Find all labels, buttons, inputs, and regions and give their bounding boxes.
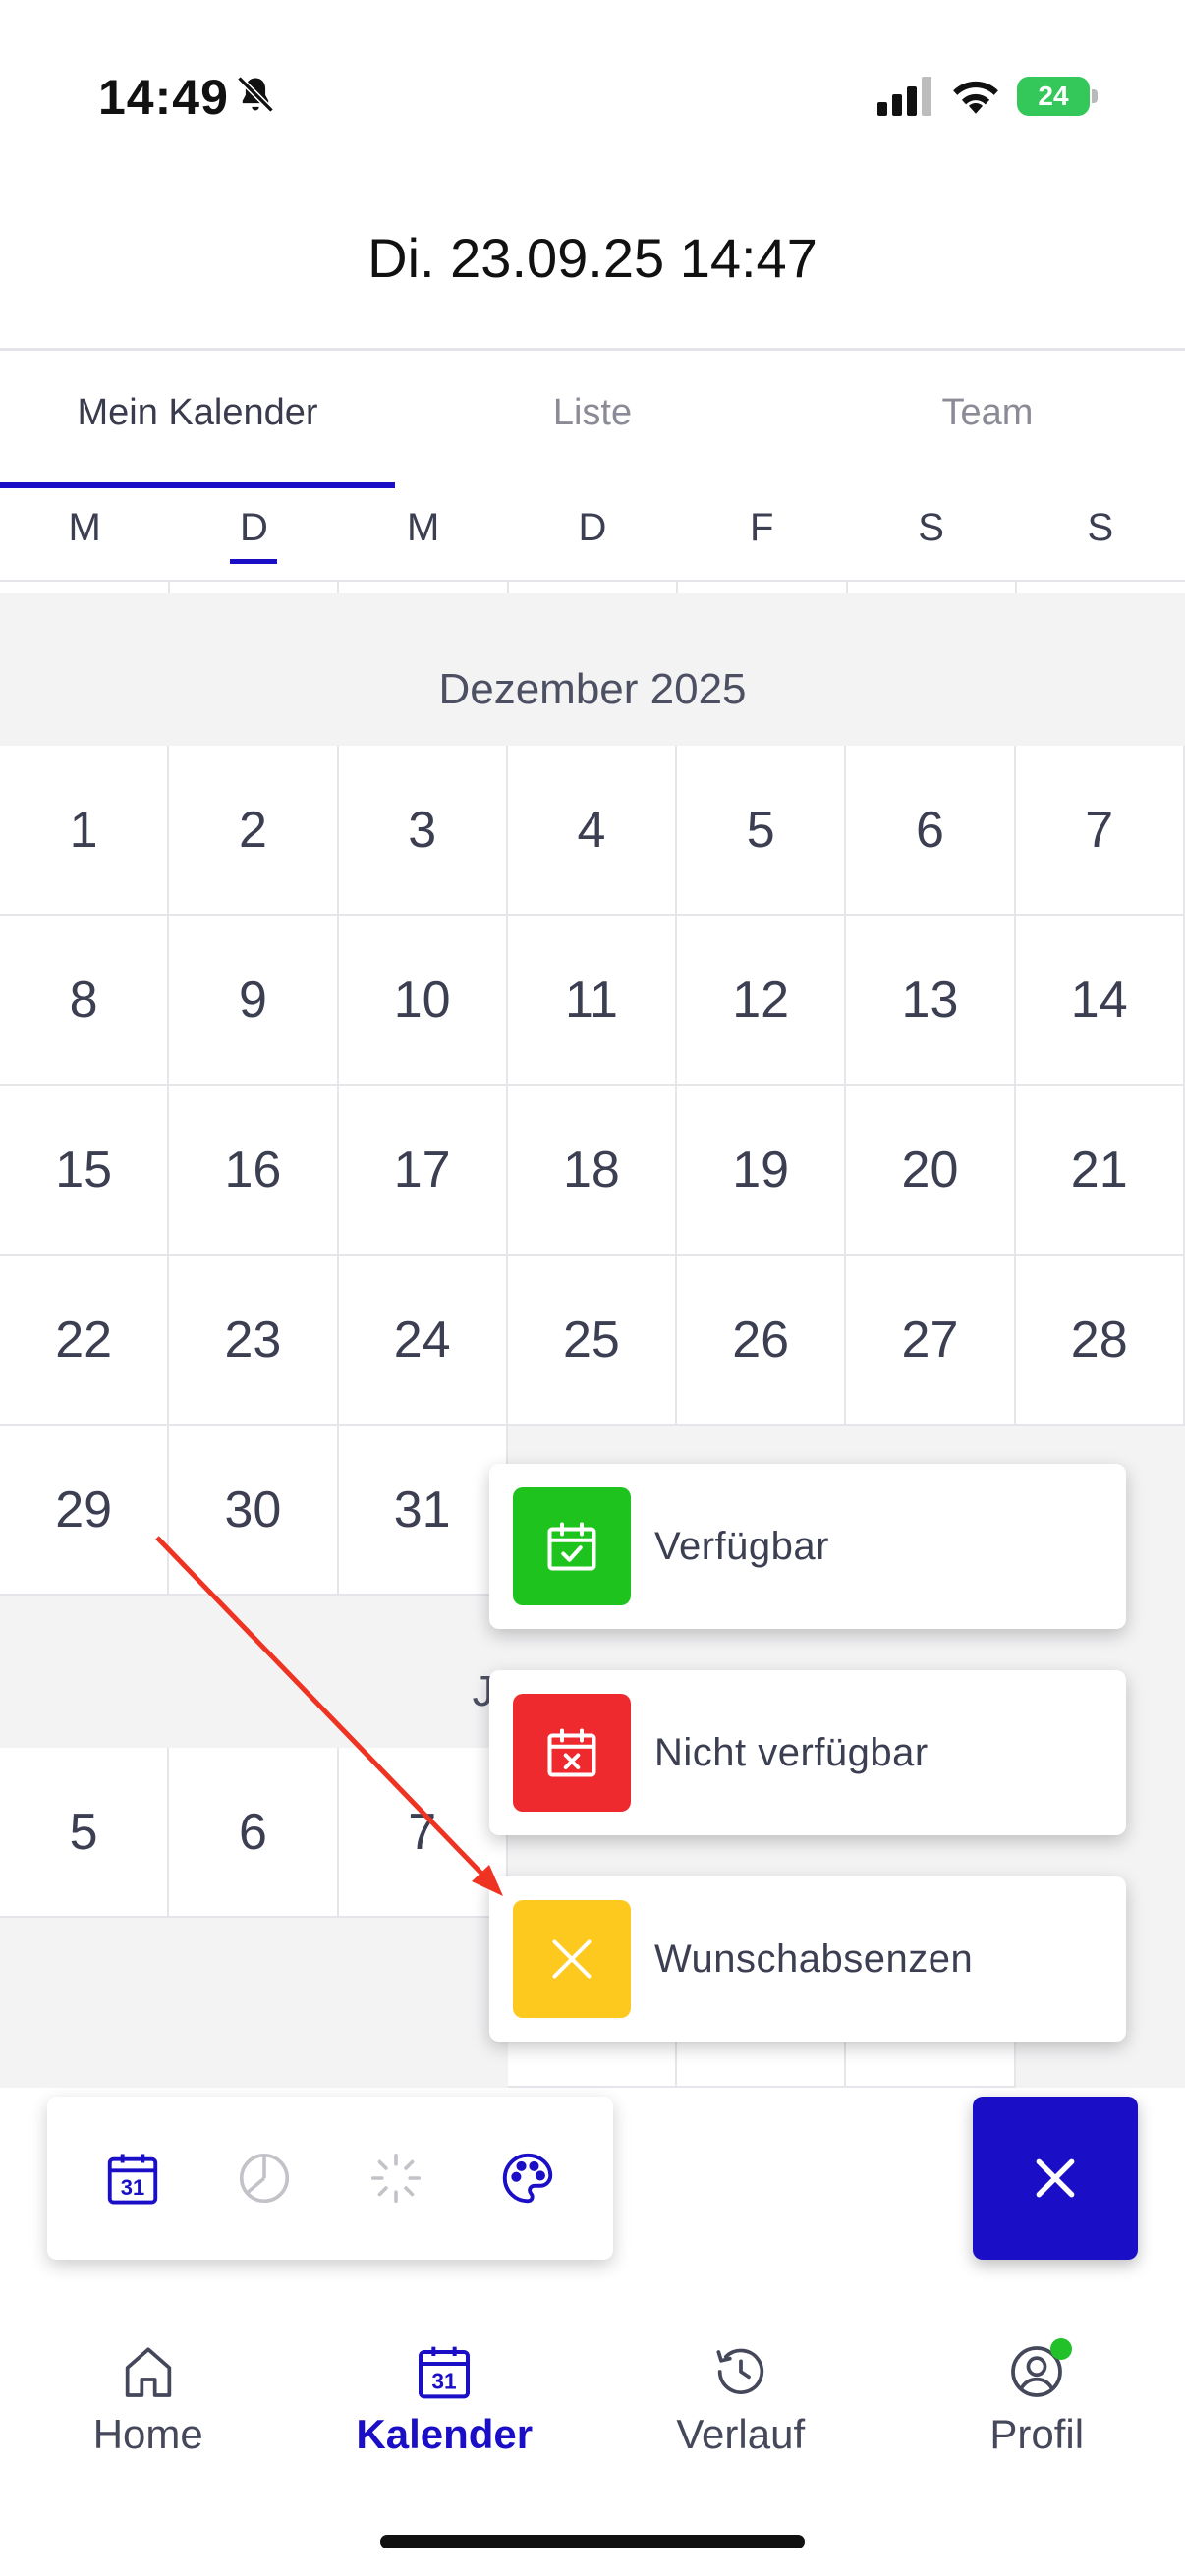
pie-chart-icon — [239, 2153, 290, 2204]
bottom-navigation: Home 31 Kalender Verlauf Profil — [0, 2283, 1185, 2576]
calendar-view-button[interactable]: 31 — [93, 2139, 172, 2217]
weekday-label: F — [750, 506, 774, 549]
home-indicator[interactable] — [380, 2535, 805, 2548]
day-cell[interactable]: 4 — [507, 746, 678, 916]
day-cell[interactable]: 2 — [169, 746, 339, 916]
day-cell[interactable]: 3 — [338, 746, 508, 916]
action-wunschabsenzen[interactable]: Wunschabsenzen — [489, 1876, 1126, 2042]
week-row: 8 9 10 11 12 13 14 — [0, 916, 1185, 1086]
day-cell[interactable]: 6 — [846, 746, 1016, 916]
day-cell[interactable]: 18 — [507, 1086, 678, 1256]
statistics-button[interactable] — [225, 2139, 304, 2217]
loading-button[interactable] — [357, 2139, 435, 2217]
day-cell[interactable]: 25 — [507, 1256, 678, 1426]
weekday-label-today: D — [169, 488, 338, 580]
nav-label: Kalender — [356, 2411, 534, 2457]
day-cell[interactable]: 7 — [338, 1748, 508, 1918]
day-cell[interactable]: 19 — [677, 1086, 847, 1256]
empty-day-cell — [338, 1918, 508, 2088]
battery-icon: 24 — [1017, 77, 1098, 116]
nav-label: Home — [92, 2411, 203, 2457]
nav-home[interactable]: Home — [0, 2283, 297, 2576]
bell-slash-icon — [237, 76, 274, 113]
day-cell[interactable]: 12 — [677, 916, 847, 1086]
weekday-label: S — [918, 506, 944, 549]
action-nicht-verfuegbar[interactable]: Nicht verfügbar — [489, 1670, 1126, 1835]
cellular-signal-icon — [877, 77, 931, 116]
nav-verlauf[interactable]: Verlauf — [592, 2283, 889, 2576]
day-cell[interactable]: 26 — [677, 1256, 847, 1426]
weekday-label: M — [68, 506, 101, 549]
svg-text:31: 31 — [432, 2369, 457, 2394]
day-cell[interactable]: 29 — [0, 1426, 170, 1596]
month-header: Dezember 2025 — [0, 593, 1185, 746]
battery-level: 24 — [1017, 77, 1090, 116]
day-cell[interactable]: 7 — [1015, 746, 1185, 916]
day-cell[interactable]: 31 — [338, 1426, 508, 1596]
day-cell[interactable]: 11 — [507, 916, 678, 1086]
week-row: 22 23 24 25 26 27 28 — [0, 1256, 1185, 1426]
loading-spinner-icon — [370, 2153, 422, 2204]
week-row: 15 16 17 18 19 20 21 — [0, 1086, 1185, 1256]
calendar-31-icon: 31 — [107, 2154, 158, 2205]
nav-label: Profil — [989, 2411, 1085, 2457]
close-icon — [1036, 2158, 1075, 2198]
tab-mein-kalender[interactable]: Mein Kalender — [0, 351, 395, 488]
day-cell[interactable]: 21 — [1015, 1086, 1185, 1256]
day-cell[interactable]: 30 — [169, 1426, 339, 1596]
calendar-x-icon — [513, 1694, 631, 1812]
day-cell[interactable]: 9 — [169, 916, 339, 1086]
weekday-label: D — [578, 506, 607, 549]
action-label: Wunschabsenzen — [654, 1936, 974, 1981]
nav-label: Verlauf — [676, 2411, 806, 2457]
day-cell[interactable]: 17 — [338, 1086, 508, 1256]
home-icon — [125, 2347, 171, 2397]
close-menu-button[interactable] — [973, 2097, 1138, 2260]
status-time: 14:49 — [98, 70, 229, 125]
wifi-icon — [953, 81, 998, 114]
day-cell[interactable]: 22 — [0, 1256, 170, 1426]
action-label: Verfügbar — [654, 1524, 829, 1568]
palette-icon — [502, 2153, 553, 2204]
day-cell[interactable]: 10 — [338, 916, 508, 1086]
day-cell[interactable]: 16 — [169, 1086, 339, 1256]
color-legend-button[interactable] — [488, 2139, 567, 2217]
previous-month-edge — [0, 582, 1185, 593]
action-label: Nicht verfügbar — [654, 1730, 929, 1774]
weekday-label: M — [407, 506, 440, 549]
day-cell[interactable]: 14 — [1015, 916, 1185, 1086]
day-cell[interactable]: 27 — [846, 1256, 1016, 1426]
weekday-label: S — [1087, 506, 1114, 549]
online-status-badge — [1050, 2338, 1073, 2360]
day-cell[interactable]: 5 — [677, 746, 847, 916]
tab-bar: Mein Kalender Liste Team — [0, 351, 1185, 488]
day-cell[interactable]: 24 — [338, 1256, 508, 1426]
history-icon — [716, 2348, 763, 2394]
x-icon — [513, 1900, 631, 2018]
status-bar: 14:49 24 — [0, 0, 1185, 187]
empty-day-cell — [169, 1918, 339, 2088]
week-row: 1234567 — [0, 746, 1185, 916]
day-cell[interactable]: 28 — [1015, 1256, 1185, 1426]
day-cell[interactable]: 5 — [0, 1748, 170, 1918]
day-cell[interactable]: 8 — [0, 916, 170, 1086]
tab-liste[interactable]: Liste — [395, 351, 790, 488]
action-verfuegbar[interactable]: Verfügbar — [489, 1464, 1126, 1629]
day-cell[interactable]: 15 — [0, 1086, 170, 1256]
view-toolbox: 31 — [47, 2097, 613, 2260]
calendar-check-icon — [513, 1487, 631, 1605]
day-cell[interactable]: 13 — [846, 916, 1016, 1086]
nav-kalender[interactable]: 31 Kalender — [297, 2283, 593, 2576]
calendar-31-icon: 31 — [419, 2346, 471, 2399]
tab-team[interactable]: Team — [790, 351, 1185, 488]
day-cell[interactable]: 1 — [0, 746, 170, 916]
day-cell[interactable]: 23 — [169, 1256, 339, 1426]
svg-text:31: 31 — [121, 2175, 144, 2200]
page-title: Di. 23.09.25 14:47 — [367, 227, 818, 289]
nav-profil[interactable]: Profil — [889, 2283, 1185, 2576]
day-cell[interactable]: 20 — [846, 1086, 1016, 1256]
empty-day-cell — [0, 1918, 170, 2088]
day-cell[interactable]: 6 — [169, 1748, 339, 1918]
weekday-header: M D M D F S S — [0, 488, 1185, 582]
